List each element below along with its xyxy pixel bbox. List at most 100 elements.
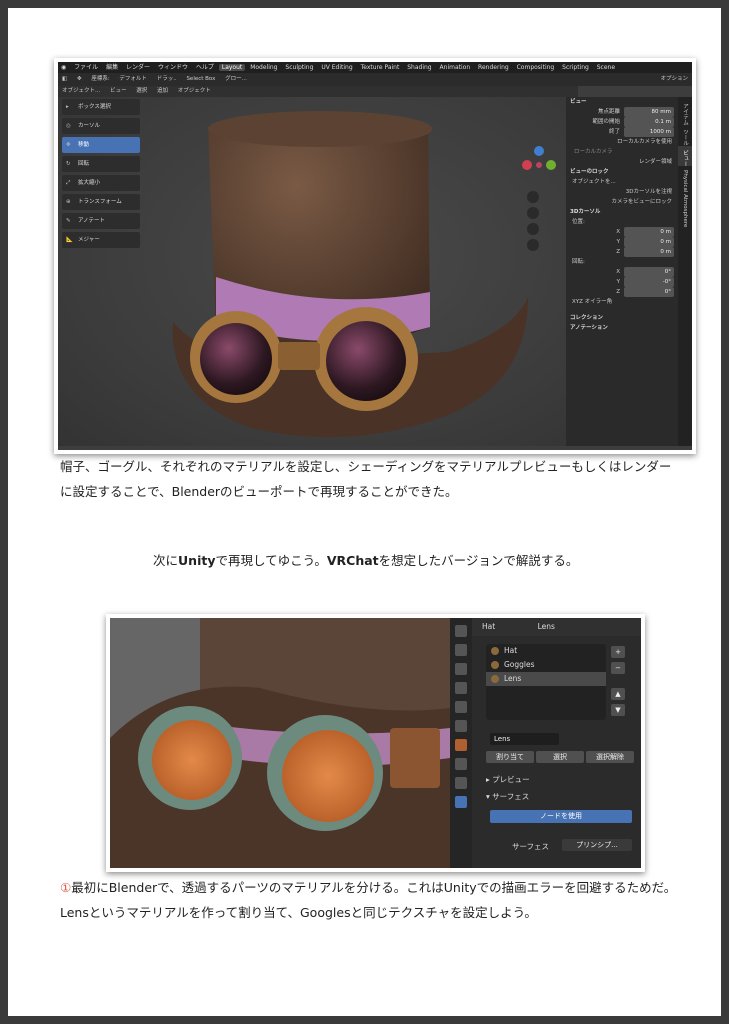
ry-field[interactable]: -0° <box>624 277 674 287</box>
focal-length-field[interactable]: 80 mm <box>624 107 674 117</box>
render-tab-icon[interactable] <box>455 644 467 656</box>
tab-modeling[interactable]: Modeling <box>247 64 280 71</box>
tool-transform[interactable]: ⊕ トランスフォーム <box>62 194 140 210</box>
material-slot-list[interactable]: Hat Goggles Lens <box>486 644 606 720</box>
select-button[interactable]: 選択 <box>536 751 584 763</box>
use-nodes-button[interactable]: ノードを使用 <box>490 810 632 823</box>
move-icon[interactable]: ✥ <box>73 76 86 82</box>
material-header-name[interactable]: Lens <box>498 622 555 631</box>
pencil-icon: ✎ <box>66 218 71 224</box>
tab-layout[interactable]: Layout <box>218 64 246 71</box>
rx-field[interactable]: 0° <box>624 267 674 277</box>
move-up-button[interactable]: ▲ <box>611 688 625 700</box>
paragraph-3: ①最初にBlenderで、透過するパーツのマテリアルを分ける。これはUnityで… <box>60 875 680 925</box>
tab-scripting[interactable]: Scripting <box>559 64 592 71</box>
add-menu[interactable]: 追加 <box>153 88 172 94</box>
material-name-field[interactable]: Lens <box>490 733 559 745</box>
surface-shader-dropdown[interactable]: プリンシプ... <box>562 839 632 851</box>
lock-camera-checkbox[interactable]: カメラをビューにロック <box>566 197 678 207</box>
x-field[interactable]: 0 m <box>624 227 674 237</box>
coord-label: 座標系: <box>91 76 110 82</box>
tab-animation[interactable]: Animation <box>437 64 474 71</box>
local-camera-checkbox[interactable]: ローカルカメラを使用 <box>566 137 678 147</box>
remove-slot-button[interactable]: − <box>611 662 625 674</box>
world-tab-icon[interactable] <box>455 720 467 732</box>
scene-selector[interactable]: Scene <box>594 64 618 71</box>
tab-physical-atmosphere[interactable]: Physical Atmosphere <box>678 166 692 227</box>
tab-texture-paint[interactable]: Texture Paint <box>358 64 403 71</box>
tab-shading[interactable]: Shading <box>404 64 434 71</box>
tool-move[interactable]: ✥ 移動 <box>62 137 140 153</box>
tab-uv-editing[interactable]: UV Editing <box>318 64 355 71</box>
location-label: 位置: <box>572 219 585 225</box>
tool-box-select[interactable]: ▸ ボックス選択 <box>62 99 140 115</box>
surface-section[interactable]: ▾ サーフェス <box>486 791 529 802</box>
global-dropdown[interactable]: グロー... <box>221 76 251 82</box>
annotation-section[interactable]: アノテーション <box>566 323 678 333</box>
object-menu[interactable]: オブジェクト <box>174 88 215 94</box>
slot-goggles[interactable]: Goggles <box>486 658 606 672</box>
material-viewport[interactable] <box>110 618 450 868</box>
y-field[interactable]: 0 m <box>624 237 674 247</box>
preview-section[interactable]: ▸ プレビュー <box>486 774 530 785</box>
slot-lens[interactable]: Lens <box>486 672 606 686</box>
clip-start-field[interactable]: 0.1 m <box>624 117 674 127</box>
slot-hat[interactable]: Hat <box>486 644 606 658</box>
rotation-mode-dropdown[interactable]: XYZ オイラー角 <box>566 297 678 307</box>
output-tab-icon[interactable] <box>455 663 467 675</box>
paragraph-1: 帽子、ゴーグル、それぞれのマテリアルを設定し、シェーディングをマテリアルプレビュ… <box>60 459 672 499</box>
lock-object-field[interactable]: オブジェクトを... <box>566 177 678 187</box>
view-lock-section-title[interactable]: ビューのロック <box>566 167 678 177</box>
modifier-tab-icon[interactable] <box>455 758 467 770</box>
menu-edit[interactable]: 編集 <box>103 64 121 71</box>
tool-label: トランスフォーム <box>78 199 122 205</box>
tool-measure[interactable]: 📐 メジャー <box>62 232 140 248</box>
tab-compositing[interactable]: Compositing <box>514 64 558 71</box>
tab-view[interactable]: ビュー <box>678 145 692 166</box>
render-region-checkbox[interactable]: レンダー領域 <box>566 157 678 167</box>
cursor-section-title[interactable]: 3Dカーソル <box>566 207 678 217</box>
lock-3d-cursor-checkbox[interactable]: 3Dカーソルを注視 <box>566 187 678 197</box>
view-layer-tab-icon[interactable] <box>455 682 467 694</box>
menu-help[interactable]: ヘルプ <box>193 64 217 71</box>
mode-icon[interactable]: ◧ <box>58 76 71 82</box>
move-down-button[interactable]: ▼ <box>611 704 625 716</box>
assign-button[interactable]: 割り当て <box>486 751 534 763</box>
select-box-dropdown[interactable]: Select Box <box>182 76 219 82</box>
menu-render[interactable]: レンダー <box>123 64 153 71</box>
tab-item[interactable]: アイテム <box>678 97 692 125</box>
tab-rendering[interactable]: Rendering <box>475 64 512 71</box>
view-section-title[interactable]: ビュー <box>566 97 678 107</box>
clip-end-field[interactable]: 1000 m <box>624 127 674 137</box>
3d-viewport[interactable]: ▸ ボックス選択 ◎ カーソル ✥ 移動 ↻ 回転 ⤢ 拡大縮小 ⊕ トランスフォーム ✎ ア… <box>58 97 572 446</box>
scene-tab-icon[interactable] <box>455 701 467 713</box>
drag-dropdown[interactable]: ドラッ.. <box>153 76 181 82</box>
view-menu[interactable]: ビュー <box>106 88 131 94</box>
ry-label: Y <box>616 279 620 285</box>
z-field[interactable]: 0 m <box>624 247 674 257</box>
object-name[interactable]: Hat <box>472 622 495 631</box>
tool-rotate[interactable]: ↻ 回転 <box>62 156 140 172</box>
blender-logo-icon[interactable]: ◉ <box>58 64 69 71</box>
tool-label: カーソル <box>78 123 101 129</box>
tab-sculpting[interactable]: Sculpting <box>282 64 316 71</box>
rz-field[interactable]: 0° <box>624 287 674 297</box>
options-dropdown[interactable]: オプション <box>656 73 692 86</box>
constraint-tab-icon[interactable] <box>455 777 467 789</box>
add-slot-button[interactable]: + <box>611 646 625 658</box>
deselect-button[interactable]: 選択解除 <box>586 751 634 763</box>
collection-section[interactable]: コレクション <box>566 313 678 323</box>
select-menu[interactable]: 選択 <box>132 88 151 94</box>
object-mode-dropdown[interactable]: オブジェクト... <box>58 88 104 94</box>
menu-file[interactable]: ファイル <box>71 64 101 71</box>
tool-scale[interactable]: ⤢ 拡大縮小 <box>62 175 140 191</box>
tool-annotate[interactable]: ✎ アノテート <box>62 213 140 229</box>
navigation-gizmo[interactable] <box>513 137 563 297</box>
material-tab-icon[interactable] <box>455 796 467 808</box>
object-tab-icon[interactable] <box>455 739 467 751</box>
menu-window[interactable]: ウィンドウ <box>155 64 191 71</box>
tab-tool[interactable]: ツール <box>678 125 692 146</box>
tool-tab-icon[interactable] <box>455 625 467 637</box>
tool-cursor[interactable]: ◎ カーソル <box>62 118 140 134</box>
orientation-dropdown[interactable]: デフォルト <box>115 76 151 82</box>
